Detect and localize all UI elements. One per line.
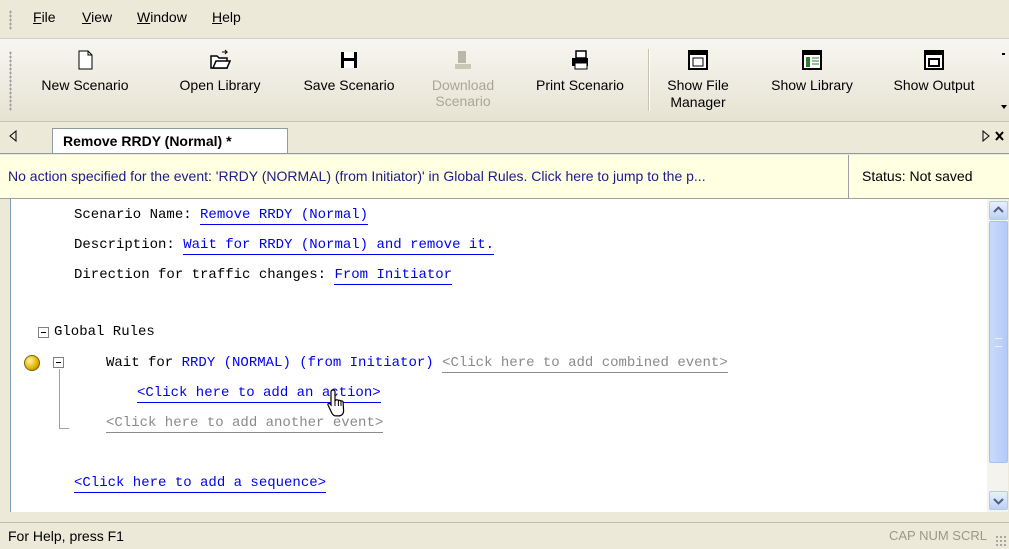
new-document-icon	[78, 50, 93, 70]
direction-row: Direction for traffic changes: From Init…	[74, 267, 453, 285]
library-window-icon	[802, 50, 822, 70]
show-output-button[interactable]: Show Output	[876, 45, 992, 117]
new-scenario-label: New Scenario	[41, 77, 129, 93]
show-file-manager-button[interactable]: Show File Manager	[658, 45, 738, 117]
show-library-label: Show Library	[771, 77, 853, 93]
chevron-down-icon	[993, 498, 1004, 505]
menu-window-label: indow	[150, 9, 187, 25]
description-label: Description:	[74, 237, 175, 253]
description-row: Description: Wait for RRDY (Normal) and …	[74, 237, 495, 255]
event-name-link[interactable]: RRDY (NORMAL) (from Initiator)	[182, 355, 434, 371]
menu-window-mnemonic: W	[137, 9, 151, 25]
menu-file-mnemonic: F	[33, 9, 42, 25]
scroll-up-button[interactable]	[989, 201, 1008, 220]
toolbar-overflow-chevron-icon[interactable]	[1001, 49, 1007, 111]
menu-file[interactable]: File	[33, 9, 56, 25]
chevron-up-icon	[993, 206, 1004, 213]
printer-icon	[572, 50, 588, 70]
vertical-scrollbar[interactable]	[987, 199, 1008, 512]
menu-window[interactable]: Window	[137, 9, 187, 25]
toolbar: New Scenario Open Library Save Scenario …	[0, 39, 1009, 122]
new-scenario-button[interactable]: New Scenario	[30, 45, 140, 117]
document-tab-strip: Remove RRDY (Normal) *	[0, 124, 1009, 154]
menu-view-label: iew	[91, 9, 113, 25]
add-sequence-row: <Click here to add a sequence>	[74, 475, 327, 493]
download-scenario-button[interactable]: Download Scenario	[426, 45, 500, 117]
menu-help[interactable]: Help	[212, 9, 241, 25]
save-scenario-button[interactable]: Save Scenario	[288, 45, 410, 117]
menubar-grip[interactable]	[9, 10, 12, 30]
tab-remove-rrdy[interactable]: Remove RRDY (Normal) *	[52, 128, 288, 153]
help-hint: For Help, press F1	[8, 528, 124, 544]
window-icon	[688, 50, 708, 70]
menu-help-label: elp	[222, 9, 241, 25]
save-scenario-label: Save Scenario	[303, 77, 395, 93]
add-sequence-link[interactable]: <Click here to add a sequence>	[74, 475, 327, 493]
show-output-label: Show Output	[893, 77, 975, 93]
tree-connector	[59, 369, 60, 429]
scroll-down-button[interactable]	[989, 491, 1008, 510]
validation-info-bar[interactable]: No action specified for the event: 'RRDY…	[0, 155, 1009, 199]
download-icon	[455, 51, 471, 69]
scenario-editor: Scenario Name: Remove RRDY (Normal) Desc…	[10, 199, 987, 512]
wait-for-label: Wait for	[106, 355, 174, 371]
global-rules-heading: Global Rules	[54, 324, 155, 340]
breakpoint-marker-icon[interactable]	[24, 355, 40, 371]
show-file-manager-label: Show File Manager	[667, 77, 729, 110]
scroll-thumb[interactable]	[989, 221, 1008, 463]
hand-pointer-cursor-icon	[327, 389, 345, 417]
global-rules-collapse-toggle[interactable]	[38, 327, 49, 338]
menu-view[interactable]: View	[82, 9, 112, 25]
infobar-divider	[848, 155, 849, 198]
tab-scroll-right-close-icon[interactable]	[981, 130, 1005, 142]
tab-label: Remove RRDY (Normal) *	[63, 133, 232, 149]
show-library-button[interactable]: Show Library	[756, 45, 868, 117]
keyboard-indicators: CAP NUM SCRL	[888, 528, 987, 543]
save-status: Status: Not saved	[862, 168, 973, 184]
validation-message[interactable]: No action specified for the event: 'RRDY…	[8, 168, 844, 184]
open-library-button[interactable]: Open Library	[160, 45, 280, 117]
open-folder-icon	[210, 49, 231, 69]
output-window-icon	[924, 50, 944, 70]
resize-grip[interactable]	[995, 535, 1007, 547]
toolbar-separator	[648, 49, 650, 111]
open-library-label: Open Library	[179, 77, 261, 93]
scenario-name-row: Scenario Name: Remove RRDY (Normal)	[74, 207, 369, 225]
print-scenario-button[interactable]: Print Scenario	[520, 45, 640, 117]
add-combined-event-link[interactable]: <Click here to add combined event>	[442, 355, 728, 373]
event-collapse-toggle[interactable]	[53, 357, 64, 368]
direction-link[interactable]: From Initiator	[334, 267, 453, 285]
scroll-thumb-grip	[995, 338, 1002, 347]
menu-help-mnemonic: H	[212, 9, 223, 25]
scenario-name-label: Scenario Name:	[74, 207, 192, 223]
description-link[interactable]: Wait for RRDY (Normal) and remove it.	[183, 237, 495, 255]
download-scenario-label: Download Scenario	[431, 77, 495, 109]
tree-connector	[59, 428, 69, 429]
toolbar-grip[interactable]	[9, 51, 12, 111]
tab-scroll-left-icon[interactable]	[8, 130, 18, 142]
event-row: Wait for RRDY (NORMAL) (from Initiator) …	[106, 355, 728, 373]
status-bar: For Help, press F1 CAP NUM SCRL	[0, 522, 1009, 549]
menu-view-mnemonic: V	[82, 9, 92, 25]
print-scenario-label: Print Scenario	[536, 77, 624, 93]
menu-bar: File View Window Help	[0, 0, 1009, 39]
direction-label: Direction for traffic changes:	[74, 267, 327, 283]
menu-file-label: ile	[41, 9, 56, 25]
floppy-disk-icon	[341, 52, 357, 68]
scenario-name-link[interactable]: Remove RRDY (Normal)	[200, 207, 369, 225]
